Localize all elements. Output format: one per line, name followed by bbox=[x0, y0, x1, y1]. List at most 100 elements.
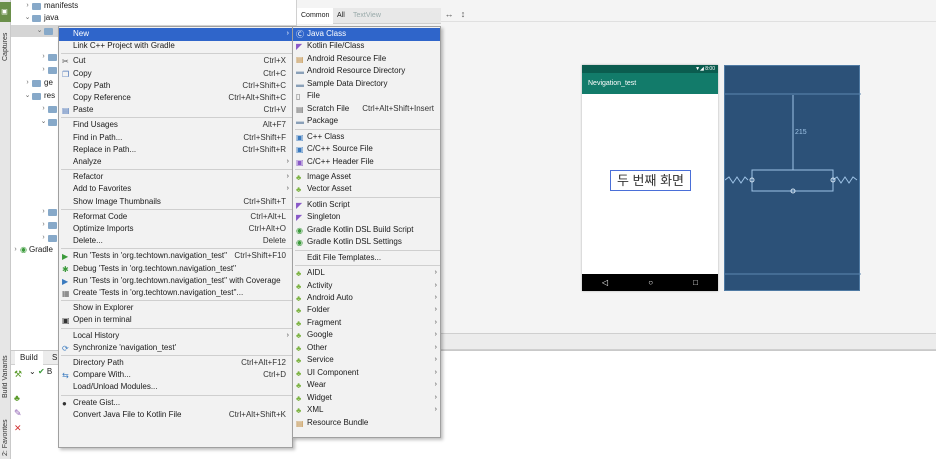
collapse-arrow-icon[interactable]: ⌄ bbox=[23, 12, 32, 24]
vertical-resize-icon[interactable]: ↕ bbox=[457, 8, 469, 20]
new-item-kotlin-script[interactable]: ◤ Kotlin Script bbox=[293, 199, 440, 212]
hammer-icon[interactable]: ⚒ bbox=[14, 369, 22, 380]
new-item-aidl[interactable]: ♣ AIDL › bbox=[293, 267, 440, 280]
menu-item-analyze[interactable]: Analyze › bbox=[59, 156, 292, 169]
new-item-android-resource-directory[interactable]: ▬ Android Resource Directory bbox=[293, 65, 440, 78]
phone-textview[interactable]: 두 번째 화면 bbox=[610, 170, 691, 191]
menu-item-show-in-explorer[interactable]: Show in Explorer bbox=[59, 302, 292, 315]
menu-item-load-unload-modules[interactable]: Load/Unload Modules... bbox=[59, 381, 292, 394]
expand-arrow-icon[interactable]: › bbox=[39, 103, 48, 115]
collapse-arrow-icon[interactable]: ⌄ bbox=[39, 116, 48, 128]
menu-item-create-tests-in-org-techtown-navigation-[interactable]: ▦ Create 'Tests in 'org.techtown.navigati… bbox=[59, 287, 292, 300]
collapse-arrow-icon[interactable]: ⌄ bbox=[35, 25, 44, 37]
menu-item-paste[interactable]: ▤ Paste Ctrl+V bbox=[59, 104, 292, 117]
expand-arrow-icon[interactable]: › bbox=[39, 64, 48, 76]
menu-item-find-in-path[interactable]: Find in Path... Ctrl+Shift+F bbox=[59, 132, 292, 145]
tab-build[interactable]: Build bbox=[15, 351, 43, 365]
menu-item-find-usages[interactable]: Find Usages Alt+F7 bbox=[59, 119, 292, 132]
new-item-file[interactable]: ▯ File bbox=[293, 90, 440, 103]
new-item-gradle-kotlin-dsl-build-script[interactable]: ◉ Gradle Kotlin DSL Build Script bbox=[293, 224, 440, 237]
tree-row-package[interactable]: › bbox=[39, 51, 60, 63]
menu-item-open-in-terminal[interactable]: ▣ Open in terminal bbox=[59, 314, 292, 327]
tree-row-java[interactable]: ⌄ java bbox=[23, 12, 59, 24]
build-variants-tab[interactable]: Build Variants bbox=[0, 352, 11, 402]
build-row[interactable]: ⌄ ✔ B bbox=[29, 367, 52, 376]
new-item-package[interactable]: ▬ Package bbox=[293, 115, 440, 128]
tab-textview[interactable]: TextView bbox=[349, 8, 385, 24]
menu-item-run-tests-in-org-techtown-navigation-tes[interactable]: ▶ Run 'Tests in 'org.techtown.navigation_… bbox=[59, 275, 292, 288]
tree-row-res-child[interactable]: ⌄ bbox=[39, 116, 60, 128]
new-item-gradle-kotlin-dsl-settings[interactable]: ◉ Gradle Kotlin DSL Settings bbox=[293, 236, 440, 249]
new-item-activity[interactable]: ♣ Activity › bbox=[293, 280, 440, 293]
expand-arrow-icon[interactable]: › bbox=[39, 206, 48, 218]
new-item-kotlin-file-class[interactable]: ◤ Kotlin File/Class bbox=[293, 40, 440, 53]
menu-item-optimize-imports[interactable]: Optimize Imports Ctrl+Alt+O bbox=[59, 223, 292, 236]
menu-item-copy[interactable]: ❐ Copy Ctrl+C bbox=[59, 68, 292, 81]
tree-row-manifests[interactable]: › manifests bbox=[23, 0, 78, 12]
tree-row-res-child[interactable]: › bbox=[39, 103, 60, 115]
new-item-vector-asset[interactable]: ♣ Vector Asset bbox=[293, 183, 440, 196]
tab-common[interactable]: Common bbox=[297, 8, 334, 24]
new-item-wear[interactable]: ♣ Wear › bbox=[293, 379, 440, 392]
new-item-widget[interactable]: ♣ Widget › bbox=[293, 392, 440, 405]
new-item-edit-file-templates[interactable]: Edit File Templates... bbox=[293, 252, 440, 265]
tab-all[interactable]: All bbox=[333, 8, 349, 24]
new-item-resource-bundle[interactable]: ▤ Resource Bundle bbox=[293, 417, 440, 430]
menu-item-local-history[interactable]: Local History › bbox=[59, 330, 292, 343]
new-item-c-c-header-file[interactable]: ▣ C/C++ Header File bbox=[293, 156, 440, 169]
expand-arrow-icon[interactable]: › bbox=[11, 244, 20, 256]
expand-arrow-icon[interactable]: › bbox=[39, 219, 48, 231]
new-item-android-resource-file[interactable]: ▤ Android Resource File bbox=[293, 53, 440, 66]
menu-item-copy-path[interactable]: Copy Path Ctrl+Shift+C bbox=[59, 80, 292, 93]
new-item-fragment[interactable]: ♣ Fragment › bbox=[293, 317, 440, 330]
menu-item-add-to-favorites[interactable]: Add to Favorites › bbox=[59, 183, 292, 196]
menu-item-debug-tests-in-org-techtown-navigation-t[interactable]: ✱ Debug 'Tests in 'org.techtown.navigatio… bbox=[59, 263, 292, 276]
menu-item-show-image-thumbnails[interactable]: Show Image Thumbnails Ctrl+Shift+T bbox=[59, 196, 292, 209]
expand-arrow-icon[interactable]: › bbox=[39, 232, 48, 244]
menu-item-replace-in-path[interactable]: Replace in Path... Ctrl+Shift+R bbox=[59, 144, 292, 157]
design-preview[interactable]: ▼◢ 8:00 Nevigation_test 두 번째 화면 ◁ ○ □ bbox=[582, 65, 718, 291]
expand-arrow-icon[interactable]: › bbox=[23, 0, 32, 12]
new-item-singleton[interactable]: ◤ Singleton bbox=[293, 211, 440, 224]
menu-item-convert-java-file-to-kotlin-file[interactable]: Convert Java File to Kotlin File Ctrl+Alt… bbox=[59, 409, 292, 422]
horizontal-resize-icon[interactable]: ↔ bbox=[443, 8, 455, 20]
new-item-image-asset[interactable]: ♣ Image Asset bbox=[293, 171, 440, 184]
new-item-other[interactable]: ♣ Other › bbox=[293, 342, 440, 355]
project-tool-tab[interactable]: ▣ bbox=[0, 2, 11, 22]
tree-row-res-child[interactable]: › bbox=[39, 219, 60, 231]
new-item-service[interactable]: ♣ Service › bbox=[293, 354, 440, 367]
new-item-c-class[interactable]: ▣ C++ Class bbox=[293, 131, 440, 144]
favorites-tab[interactable]: 2: Favorites bbox=[0, 418, 11, 458]
new-item-xml[interactable]: ♣ XML › bbox=[293, 404, 440, 417]
tree-row-res-child[interactable]: › bbox=[39, 206, 60, 218]
blueprint-preview[interactable]: 215 bbox=[724, 65, 861, 291]
menu-item-refactor[interactable]: Refactor › bbox=[59, 171, 292, 184]
menu-item-cut[interactable]: ✂ Cut Ctrl+X bbox=[59, 55, 292, 68]
menu-item-link-c-project-with-gradle[interactable]: Link C++ Project with Gradle bbox=[59, 40, 292, 53]
close-icon[interactable]: ✕ bbox=[14, 423, 22, 434]
tree-row-gradle[interactable]: › ◉ Gradle bbox=[11, 244, 53, 256]
expand-arrow-icon[interactable]: ⌄ bbox=[29, 367, 36, 376]
menu-item-compare-with[interactable]: ⇆ Compare With... Ctrl+D bbox=[59, 369, 292, 382]
menu-item-new[interactable]: New › bbox=[59, 28, 292, 41]
menu-item-directory-path[interactable]: Directory Path Ctrl+Alt+F12 bbox=[59, 357, 292, 370]
tree-row-generated[interactable]: › ge bbox=[23, 77, 53, 89]
menu-item-synchronize-navigation-test[interactable]: ⟳ Synchronize 'navigation_test' bbox=[59, 342, 292, 355]
tree-row-res-child[interactable]: › bbox=[39, 232, 60, 244]
captures-tab[interactable]: Captures bbox=[0, 26, 11, 68]
menu-item-delete[interactable]: Delete... Delete bbox=[59, 235, 292, 248]
expand-arrow-icon[interactable]: › bbox=[39, 51, 48, 63]
new-item-google[interactable]: ♣ Google › bbox=[293, 329, 440, 342]
new-item-sample-data-directory[interactable]: ▬ Sample Data Directory bbox=[293, 78, 440, 91]
menu-item-create-gist[interactable]: ● Create Gist... bbox=[59, 397, 292, 410]
menu-item-run-tests-in-org-techtown-navigation-tes[interactable]: ▶ Run 'Tests in 'org.techtown.navigation_… bbox=[59, 250, 292, 263]
menu-item-copy-reference[interactable]: Copy Reference Ctrl+Alt+Shift+C bbox=[59, 92, 292, 105]
new-item-folder[interactable]: ♣ Folder › bbox=[293, 304, 440, 317]
pin-icon[interactable]: ✎ bbox=[14, 408, 22, 419]
new-item-android-auto[interactable]: ♣ Android Auto › bbox=[293, 292, 440, 305]
new-item-ui-component[interactable]: ♣ UI Component › bbox=[293, 367, 440, 380]
expand-arrow-icon[interactable]: › bbox=[23, 77, 32, 89]
collapse-arrow-icon[interactable]: ⌄ bbox=[23, 90, 32, 102]
new-item-java-class[interactable]: Ⓒ Java Class bbox=[293, 28, 440, 41]
android-build-icon[interactable]: ♣ bbox=[14, 393, 20, 403]
